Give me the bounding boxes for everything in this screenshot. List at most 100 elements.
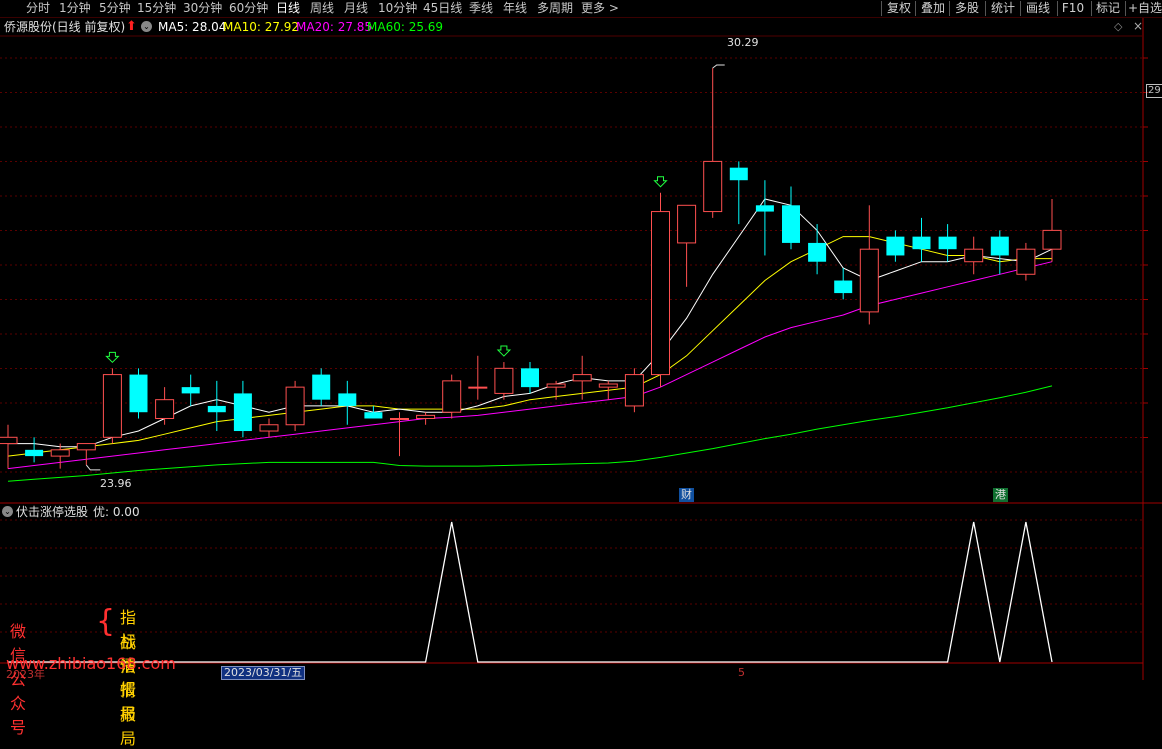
candle-body: [572, 374, 592, 382]
stock-title: 侨源股份(日线 前复权): [4, 20, 126, 34]
buy-arrow-icon: [496, 345, 512, 357]
toolbar-separator: [985, 1, 986, 16]
candle-body: [964, 248, 984, 263]
candle-body: [859, 248, 879, 313]
toolbar-separator: [949, 1, 950, 16]
buy-arrow-icon: [105, 351, 120, 364]
toolbar-separator: [1057, 1, 1058, 16]
candle-body: [416, 414, 436, 419]
candle-body: [25, 449, 44, 457]
low-price-label: 23.96: [100, 477, 132, 490]
toolbar-action-5[interactable]: F10: [1060, 0, 1086, 17]
candle-body: [468, 386, 488, 389]
candle-body: [364, 412, 383, 419]
price-axis-tick: 29: [1146, 84, 1162, 98]
toolbar-separator: [915, 1, 916, 16]
candle-body: [207, 405, 226, 413]
toolbar-action-6[interactable]: 标记: [1094, 0, 1122, 17]
period-tab-7[interactable]: 周线: [310, 0, 334, 17]
candle-body: [834, 280, 853, 294]
candle-body: [624, 374, 644, 407]
toolbar-action-4[interactable]: 画线: [1023, 0, 1053, 17]
close-icon[interactable]: ×: [1133, 19, 1143, 33]
candle-body: [782, 205, 800, 243]
toolbar-separator: [1125, 1, 1126, 16]
watermark-line2: 战法情报局: [120, 633, 137, 748]
toolbar-action-0[interactable]: 复权: [884, 0, 914, 17]
period-tab-6[interactable]: 日线: [276, 0, 300, 17]
candle-body: [938, 236, 957, 250]
candle-body: [990, 236, 1009, 256]
signal-line: [8, 521, 1053, 663]
chevron-down-icon[interactable]: ⌄: [141, 21, 152, 32]
ma60-label: MA60: 25.69: [367, 20, 444, 34]
month-tick: 5: [738, 666, 745, 679]
candle-body: [651, 211, 670, 376]
candle-body: [155, 399, 175, 419]
period-tab-9[interactable]: 10分钟: [378, 0, 417, 17]
candle-body: [285, 386, 305, 426]
candle-body: [129, 374, 148, 413]
toolbar-action-2[interactable]: 多股: [952, 0, 982, 17]
candle-body: [0, 436, 18, 445]
up-arrow-icon: ⬆: [126, 19, 137, 34]
sub-indicator-label: 伏击涨停选股: [16, 505, 89, 519]
sub-indicator-value: 优: 0.00: [93, 505, 140, 519]
toolbar-action-7[interactable]: +自选: [1128, 0, 1162, 17]
period-tab-1[interactable]: 1分钟: [59, 0, 91, 17]
period-tab-10[interactable]: 45日线: [423, 0, 462, 17]
candle-body: [598, 383, 618, 388]
candle-body: [259, 424, 279, 432]
period-tab-2[interactable]: 5分钟: [99, 0, 131, 17]
buy-arrow-icon: [653, 176, 668, 188]
candle-body: [233, 393, 252, 432]
toolbar-action-1[interactable]: 叠加: [918, 0, 948, 17]
candle-body: [390, 417, 409, 420]
cursor-date-label: 2023/03/31/五: [221, 666, 306, 680]
low-pointer: [85, 464, 101, 471]
period-tab-12[interactable]: 年线: [503, 0, 527, 17]
candle-body: [912, 236, 931, 250]
candle-body: [521, 368, 539, 388]
candle-body: [886, 236, 905, 256]
candle-body: [677, 204, 697, 244]
candle-body: [729, 167, 748, 181]
candle-body: [808, 242, 827, 262]
watermark-left: 微信公众号: [10, 622, 27, 737]
watermark-url: www.zhibiao168.com: [6, 654, 176, 673]
kline-chart[interactable]: [0, 0, 1162, 680]
period-tab-14[interactable]: 更多 >: [581, 0, 619, 17]
toolbar-separator: [1091, 1, 1092, 16]
diamond-icon[interactable]: ◇: [1114, 20, 1122, 33]
period-tab-5[interactable]: 60分钟: [229, 0, 268, 17]
candle-body: [1042, 229, 1062, 250]
period-tab-8[interactable]: 月线: [344, 0, 368, 17]
period-tab-0[interactable]: 分时: [26, 0, 50, 17]
brace-icon: {: [96, 604, 116, 639]
period-tab-3[interactable]: 15分钟: [137, 0, 176, 17]
chevron-down-icon[interactable]: ⌄: [2, 506, 13, 517]
period-tab-11[interactable]: 季线: [469, 0, 493, 17]
toolbar-separator: [1020, 1, 1021, 16]
candle-body: [494, 367, 514, 394]
candle-body: [755, 205, 774, 212]
toolbar-separator: [881, 1, 882, 16]
ma20-label: MA20: 27.85: [296, 20, 373, 34]
candle-body: [181, 387, 200, 394]
candle-body: [102, 374, 122, 438]
period-tab-13[interactable]: 多周期: [537, 0, 573, 17]
ma10-label: MA10: 27.92: [223, 20, 300, 34]
period-toolbar: 分时 1分钟 5分钟 15分钟 30分钟 60分钟 日线 周线 月线 10分钟 45日线 季线 年线 多周…: [0, 0, 1162, 18]
candle-body: [442, 380, 462, 413]
toolbar-action-3[interactable]: 统计: [988, 0, 1018, 17]
period-tab-4[interactable]: 30分钟: [183, 0, 222, 17]
hk-connect-marker[interactable]: 港: [993, 488, 1008, 502]
candle-body: [1016, 248, 1036, 275]
candle-body: [703, 160, 723, 213]
high-pointer: [712, 64, 725, 69]
candle-body: [338, 393, 357, 406]
candle-body: [312, 374, 331, 400]
high-price-label: 30.29: [727, 36, 759, 49]
candle-body: [76, 443, 96, 451]
finance-event-marker[interactable]: 财: [679, 488, 694, 502]
